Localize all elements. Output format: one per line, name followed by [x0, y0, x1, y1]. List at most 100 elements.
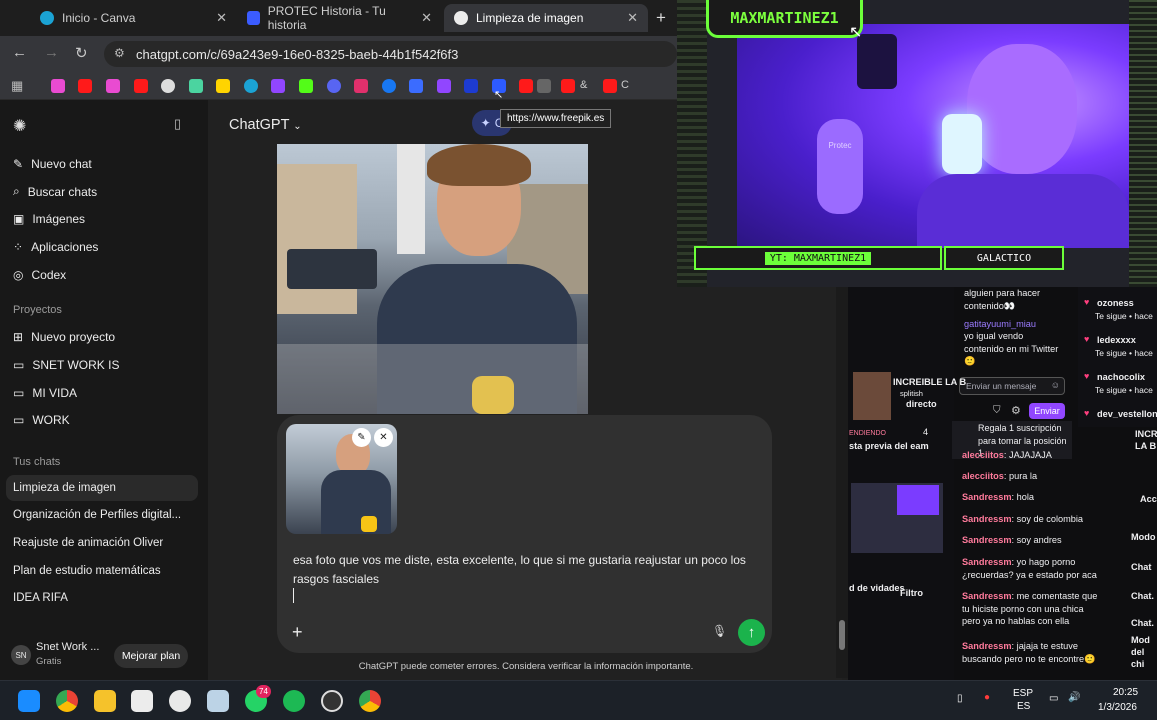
sidebar-item-apps[interactable]: ⁘ Aplicaciones	[13, 240, 98, 254]
chat-username[interactable]: Sandressm	[962, 641, 1012, 651]
file-explorer-icon[interactable]	[94, 690, 116, 712]
emoji-icon[interactable]: ☺	[1051, 380, 1060, 390]
chrome-icon[interactable]	[359, 690, 381, 712]
add-icon[interactable]: +	[292, 622, 303, 643]
network-icon[interactable]: ▭	[1049, 693, 1058, 704]
instagram-icon[interactable]	[354, 79, 368, 93]
promo-thumbnail[interactable]	[853, 372, 891, 420]
chat-username[interactable]: Sandressm	[962, 591, 1012, 601]
filter-button[interactable]: Filtro	[900, 587, 923, 600]
close-icon[interactable]: ✕	[421, 10, 432, 26]
microphone-icon[interactable]: 🎙	[712, 624, 727, 638]
youtube-icon[interactable]	[603, 79, 617, 93]
language-top[interactable]: ESP	[1013, 688, 1033, 699]
model-selector[interactable]: ChatGPT ⌄	[229, 117, 302, 133]
follower-name[interactable]: ledexxxx	[1097, 334, 1136, 347]
follower-name[interactable]: nachocolix	[1097, 371, 1145, 384]
chat-username[interactable]: Sandressm	[962, 514, 1012, 524]
sidebar-toggle-icon[interactable]: ▯	[174, 116, 181, 132]
editor-icon[interactable]	[131, 690, 153, 712]
facebook-icon[interactable]	[382, 79, 396, 93]
chat-username[interactable]: alecciitos	[962, 450, 1004, 460]
reload-icon[interactable]: ↻	[75, 44, 88, 62]
apps-grid-icon[interactable]: ▦	[11, 78, 23, 94]
avatar[interactable]: SN	[11, 645, 31, 665]
youtube-icon[interactable]	[78, 79, 92, 93]
generated-image[interactable]	[277, 144, 588, 414]
chrome-icon[interactable]	[56, 690, 78, 712]
shield-icon[interactable]: ⛉	[993, 405, 1001, 416]
obs-icon[interactable]	[321, 690, 343, 712]
bookmark-icon[interactable]	[216, 79, 230, 93]
bookmark-icon[interactable]	[537, 79, 551, 93]
tab-limpieza[interactable]: Limpieza de imagen ✕	[444, 4, 648, 32]
chat-username[interactable]: Sandressm	[962, 535, 1012, 545]
twitch-icon[interactable]	[271, 79, 285, 93]
sidebar-item-codex[interactable]: ◎ Codex	[13, 268, 66, 282]
close-icon[interactable]: ✕	[216, 10, 227, 26]
microphone-icon[interactable]: ●	[984, 692, 990, 703]
close-icon[interactable]: ✕	[627, 10, 638, 26]
site-settings-icon[interactable]: ⚙	[114, 46, 125, 60]
sidebar-item-images[interactable]: ▣ Imágenes	[13, 212, 85, 226]
volume-icon[interactable]: 🔊	[1068, 692, 1080, 703]
project-item-new[interactable]: ⊞ Nuevo proyecto	[13, 330, 115, 344]
send-button[interactable]: ↑	[738, 619, 765, 646]
chat-username[interactable]: alecciitos	[962, 471, 1004, 481]
chat-item[interactable]: Limpieza de imagen	[13, 482, 116, 494]
follower-name[interactable]: dev_vestellons	[1097, 408, 1157, 421]
discord-icon[interactable]	[327, 79, 341, 93]
language-bottom[interactable]: ES	[1017, 701, 1030, 712]
sidebar-item-search[interactable]: ⌕ Buscar chats	[13, 184, 97, 199]
bookmark-icon[interactable]	[106, 79, 120, 93]
gear-icon[interactable]: ⚙	[1011, 404, 1021, 417]
sidebar-item-new-chat[interactable]: ✎ Nuevo chat	[13, 157, 92, 171]
new-tab-icon[interactable]: +	[656, 8, 666, 28]
chatgpt-icon[interactable]	[161, 79, 175, 93]
forward-icon[interactable]: →	[44, 44, 59, 61]
bookmark-icon[interactable]	[189, 79, 203, 93]
clock-time[interactable]: 20:25	[1113, 687, 1138, 698]
chat-item[interactable]: Plan de estudio matemáticas	[13, 565, 161, 577]
youtube-icon[interactable]	[519, 79, 533, 93]
tab-protec[interactable]: PROTEC Historia - Tu historia ✕	[237, 4, 442, 32]
clock-date[interactable]: 1/3/2026	[1098, 702, 1137, 713]
canva-icon[interactable]	[244, 79, 258, 93]
project-item[interactable]: ▭ WORK	[13, 413, 70, 427]
bookmark-icon[interactable]	[51, 79, 65, 93]
windows-start-icon[interactable]	[18, 690, 40, 712]
follower-name[interactable]: ozoness	[1097, 297, 1134, 310]
spotify-icon[interactable]	[283, 690, 305, 712]
project-item[interactable]: ▭ SNET WORK IS	[13, 358, 119, 372]
twitch-icon[interactable]	[437, 79, 451, 93]
bookmark-icon[interactable]	[409, 79, 423, 93]
chat-item[interactable]: Organización de Perfiles digital...	[13, 509, 181, 521]
remove-attachment-icon[interactable]: ✕	[374, 428, 393, 447]
chat-item[interactable]: Reajuste de animación Oliver	[13, 537, 163, 549]
chat-username[interactable]: Sandressm	[962, 557, 1012, 567]
upgrade-plan-button[interactable]: Mejorar plan	[114, 644, 188, 668]
chat-username[interactable]: Sandressm	[962, 492, 1012, 502]
bookmark-icon[interactable]	[464, 79, 478, 93]
calculator-icon[interactable]	[207, 690, 229, 712]
edit-attachment-icon[interactable]: ✎	[352, 428, 371, 447]
message-input[interactable]: esa foto que vos me diste, esta excelent…	[293, 551, 763, 589]
app-icon[interactable]	[169, 690, 191, 712]
send-chat-button[interactable]: Enviar	[1029, 403, 1065, 419]
youtube-icon[interactable]	[561, 79, 575, 93]
url-field[interactable]: ⚙ chatgpt.com/c/69a243e9-16e0-8325-baeb-…	[104, 41, 677, 67]
stream-preview[interactable]	[851, 483, 943, 553]
scrollbar-thumb[interactable]	[839, 620, 845, 650]
promo-title[interactable]: INCREIBLE LA B	[893, 376, 966, 389]
chat-item[interactable]: IDEA RIFA	[13, 592, 68, 604]
kick-icon[interactable]	[299, 79, 313, 93]
project-item[interactable]: ▭ MI VIDA	[13, 386, 77, 400]
user-name[interactable]: Snet Work ...	[36, 641, 99, 653]
back-icon[interactable]: ←	[12, 44, 27, 61]
user-plan: Gratis	[36, 656, 62, 667]
youtube-icon[interactable]	[134, 79, 148, 93]
openai-logo-icon[interactable]: ✺	[13, 116, 26, 136]
device-icon[interactable]: ▯	[957, 693, 963, 704]
chat-input[interactable]: Enviar un mensaje ☺	[959, 377, 1065, 395]
tab-canva[interactable]: Inicio - Canva ✕	[30, 4, 237, 32]
